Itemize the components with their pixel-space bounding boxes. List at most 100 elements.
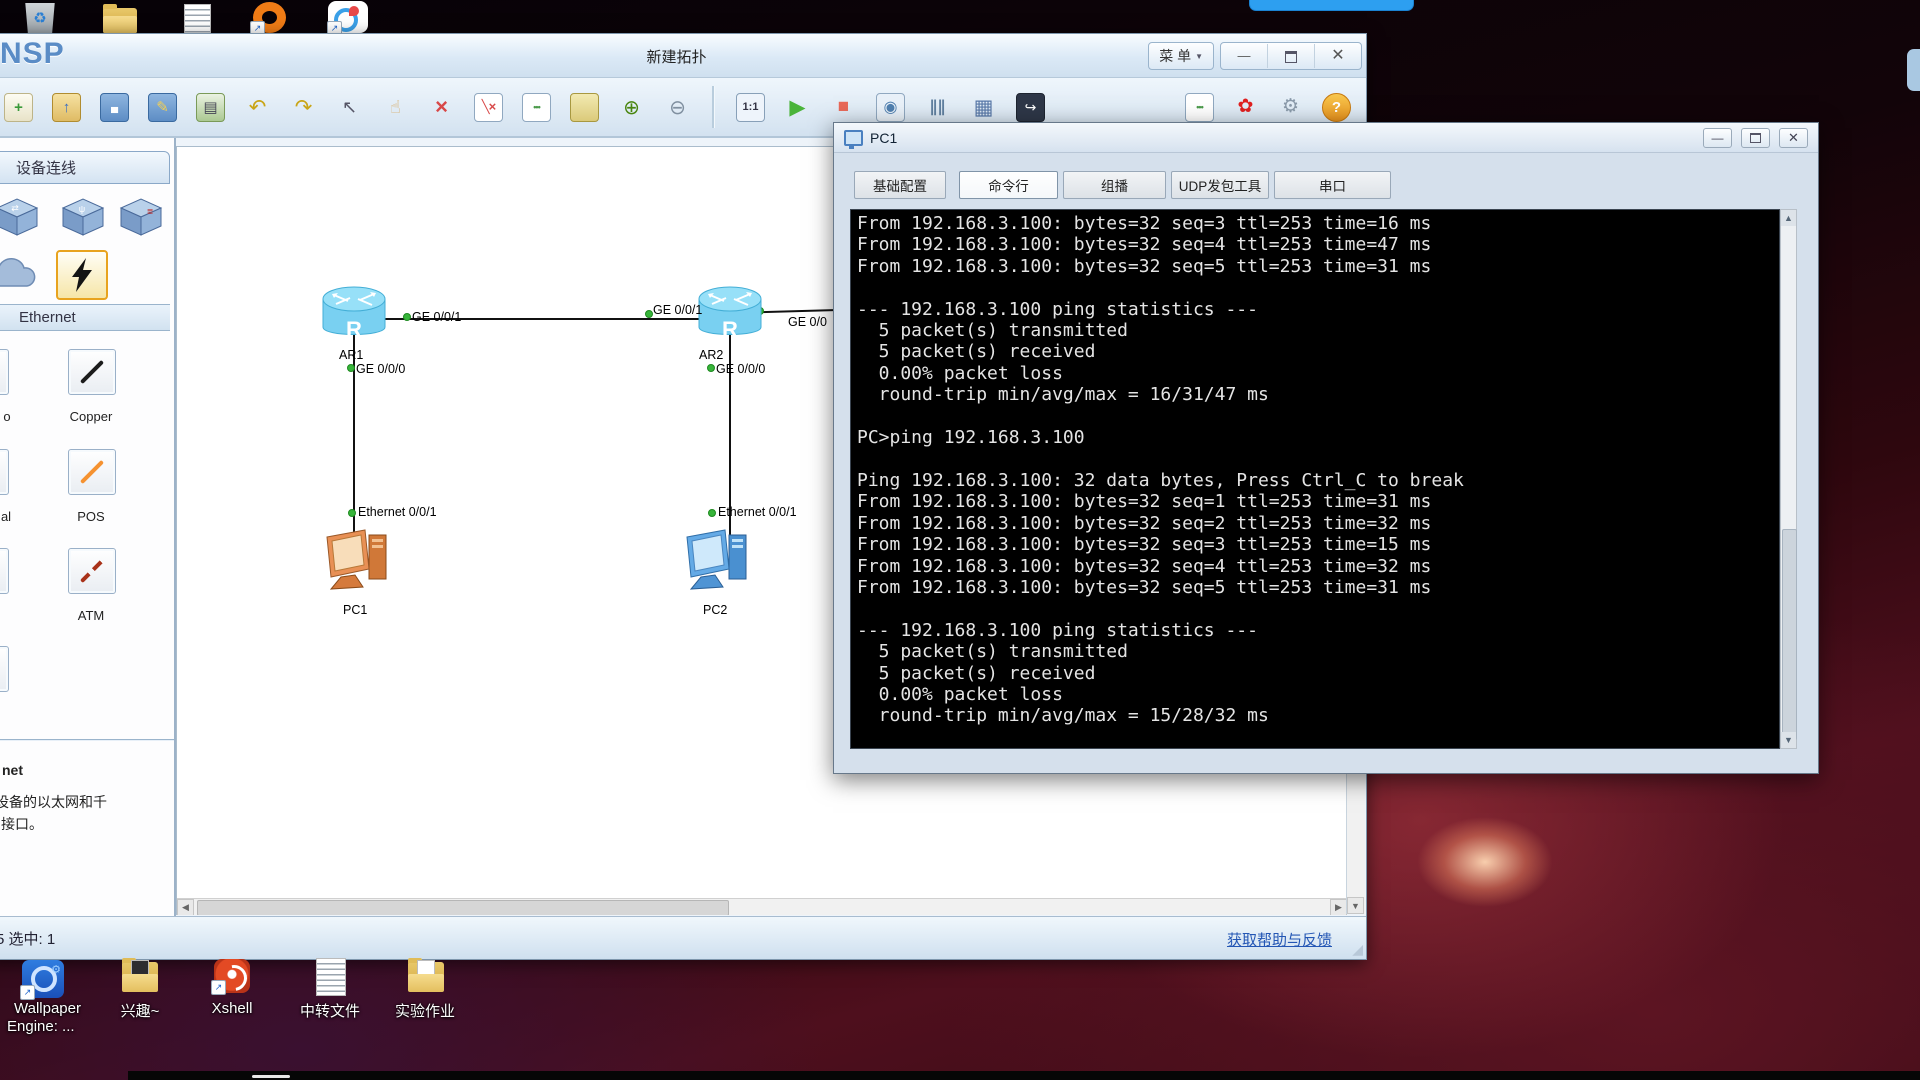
palette-header[interactable]: 设备连线 (0, 151, 170, 184)
grid-icon[interactable]: ▦ (970, 94, 997, 121)
scroll-left-icon[interactable]: ◀ (177, 899, 194, 915)
resize-grip-icon[interactable]: ◢ (1352, 941, 1363, 958)
scroll-down-icon[interactable]: ▼ (1347, 897, 1364, 914)
tab-multicast[interactable]: 组播 (1063, 171, 1166, 199)
redo-icon[interactable]: ↷ (290, 94, 317, 121)
scroll-down-icon[interactable]: ▼ (1781, 732, 1796, 748)
palette-title: 设备连线 (16, 157, 76, 178)
pc1-maximize-button[interactable] (1741, 128, 1770, 148)
device-label-ar2: AR2 (699, 348, 723, 362)
svg-text:R: R (722, 317, 738, 342)
link-copper-icon[interactable] (68, 349, 116, 395)
folder-icon-top[interactable] (103, 8, 135, 33)
color-fill-icon[interactable] (570, 93, 599, 122)
link-ar2-pc2[interactable] (729, 327, 731, 535)
port-dot (348, 509, 356, 517)
pc1-device-icon[interactable] (325, 527, 397, 597)
link-label-clipped: o (0, 409, 14, 424)
port-dot (645, 310, 653, 318)
open-icon[interactable]: ↑ (52, 93, 81, 122)
delete-icon[interactable]: × (428, 94, 455, 121)
save-icon[interactable]: ▄ (100, 93, 129, 122)
section-ethernet[interactable]: Ethernet (0, 304, 170, 331)
tab-command-line[interactable]: 命令行 (959, 171, 1058, 199)
terminal-scroll-thumb[interactable] (1782, 529, 1797, 740)
desktop-icon-folder-xingqu[interactable] (122, 960, 158, 992)
print-icon[interactable]: ▤ (196, 93, 225, 122)
scroll-right-icon[interactable]: ▶ (1330, 899, 1347, 915)
icon-label: 兴趣~ (100, 1000, 180, 1021)
taskbar-edge (128, 1071, 1920, 1080)
port-label-ar1-down: GE 0/0/0 (356, 362, 405, 376)
help-icon[interactable]: ? (1322, 93, 1351, 122)
packet-capture-icon[interactable]: ◉ (876, 93, 905, 122)
device-label-pc1: PC1 (343, 603, 367, 617)
switch-device-icon[interactable]: ⇄ (0, 196, 41, 236)
menu-button[interactable]: 菜 单 ▼ (1148, 42, 1214, 70)
console-icon[interactable]: ↪ (1016, 93, 1045, 122)
zoom-in-icon[interactable]: ⊕ (618, 94, 645, 121)
link-tool-selected[interactable] (56, 250, 108, 300)
pc1-minimize-button[interactable]: — (1703, 128, 1732, 148)
desktop-icon-wallpaper-engine[interactable]: ⚙ ↗ (22, 960, 64, 998)
hscroll-thumb[interactable] (197, 900, 729, 915)
tab-basic-config[interactable]: 基础配置 (854, 171, 946, 199)
wireless-device-icon[interactable]: ψ (59, 196, 107, 236)
router-ar1-icon[interactable]: R (322, 285, 386, 345)
link-icon-clipped[interactable] (0, 548, 9, 594)
shortcut-arrow-icon: ↗ (211, 980, 226, 995)
link-serial-icon-clipped[interactable] (0, 449, 9, 495)
ensp-titlebar[interactable]: NSP 新建拓扑 菜 单 ▼ — ✕ (0, 34, 1366, 78)
toolbar-separator (712, 86, 715, 128)
minimize-button[interactable]: — (1221, 44, 1267, 68)
svg-text:≣: ≣ (147, 207, 154, 216)
help-feedback-link[interactable]: 获取帮助与反馈 (1227, 929, 1332, 950)
start-devices-icon[interactable]: ▶ (784, 94, 811, 121)
icon-label: 实验作业 (380, 1000, 470, 1021)
settings-gear-icon[interactable]: ⚙ (1277, 93, 1304, 120)
canvas-hscrollbar[interactable]: ◀ ▶ (177, 898, 1347, 915)
pc1-close-button[interactable]: ✕ (1779, 128, 1808, 148)
link-icon-clipped[interactable] (0, 646, 9, 692)
text-note-icon[interactable]: ••• (522, 93, 551, 122)
cloud-device-icon[interactable] (0, 254, 43, 294)
delete-link-icon[interactable]: ╲× (474, 93, 503, 122)
background-window-edge (1249, 0, 1414, 11)
pc1-titlebar[interactable]: PC1 — ✕ (834, 123, 1818, 153)
ensp-statusbar: 5 选中: 1 获取帮助与反馈 ◢ (0, 916, 1366, 959)
port-dot (708, 509, 716, 517)
firewall-device-icon[interactable]: ≣ (117, 196, 165, 236)
terminal-scrollbar[interactable]: ▲ ▼ (1780, 209, 1797, 749)
pc2-device-icon[interactable] (685, 527, 757, 597)
port-status-icon[interactable]: ∥∥ (924, 94, 951, 121)
pan-hand-icon[interactable]: ☝ (382, 94, 409, 121)
recycle-bin-icon[interactable]: ♻ (24, 3, 56, 33)
close-button[interactable]: ✕ (1314, 44, 1361, 68)
scroll-up-icon[interactable]: ▲ (1781, 210, 1796, 226)
select-cursor-icon[interactable]: ↖ (336, 94, 363, 121)
sidebar-divider (0, 739, 174, 741)
tab-serial[interactable]: 串口 (1274, 171, 1391, 199)
link-atm-icon[interactable] (68, 548, 116, 594)
link-auto-icon-clipped[interactable] (0, 349, 9, 395)
tab-udp-tool[interactable]: UDP发包工具 (1171, 171, 1269, 199)
port-label-pc2-up: Ethernet 0/0/1 (718, 505, 797, 519)
link-pos-icon[interactable] (68, 449, 116, 495)
stop-devices-icon[interactable]: ■ (830, 94, 857, 121)
svg-text:⇄: ⇄ (11, 203, 19, 213)
undo-icon[interactable]: ↶ (244, 94, 271, 121)
actual-size-icon[interactable]: 1:1 (736, 93, 765, 122)
document-icon-top[interactable] (184, 4, 211, 35)
feedback-icon[interactable]: ••• (1185, 93, 1214, 122)
terminal[interactable]: From 192.168.3.100: bytes=32 seq=3 ttl=2… (850, 209, 1780, 749)
desktop-icon-shiyan[interactable] (408, 960, 444, 992)
zoom-out-icon[interactable]: ⊖ (664, 94, 691, 121)
save-as-icon[interactable]: ✎ (148, 93, 177, 122)
new-topology-icon[interactable]: + (4, 93, 33, 122)
desktop-icon-zhongzhuan[interactable] (316, 958, 346, 996)
edge-scrollbar-thumb[interactable] (1907, 49, 1920, 91)
desktop-icon-xshell[interactable]: ↗ (214, 959, 250, 993)
maximize-button[interactable] (1267, 44, 1314, 68)
link-label-pos: POS (65, 509, 117, 524)
router-ar2-icon[interactable]: R (698, 285, 762, 345)
